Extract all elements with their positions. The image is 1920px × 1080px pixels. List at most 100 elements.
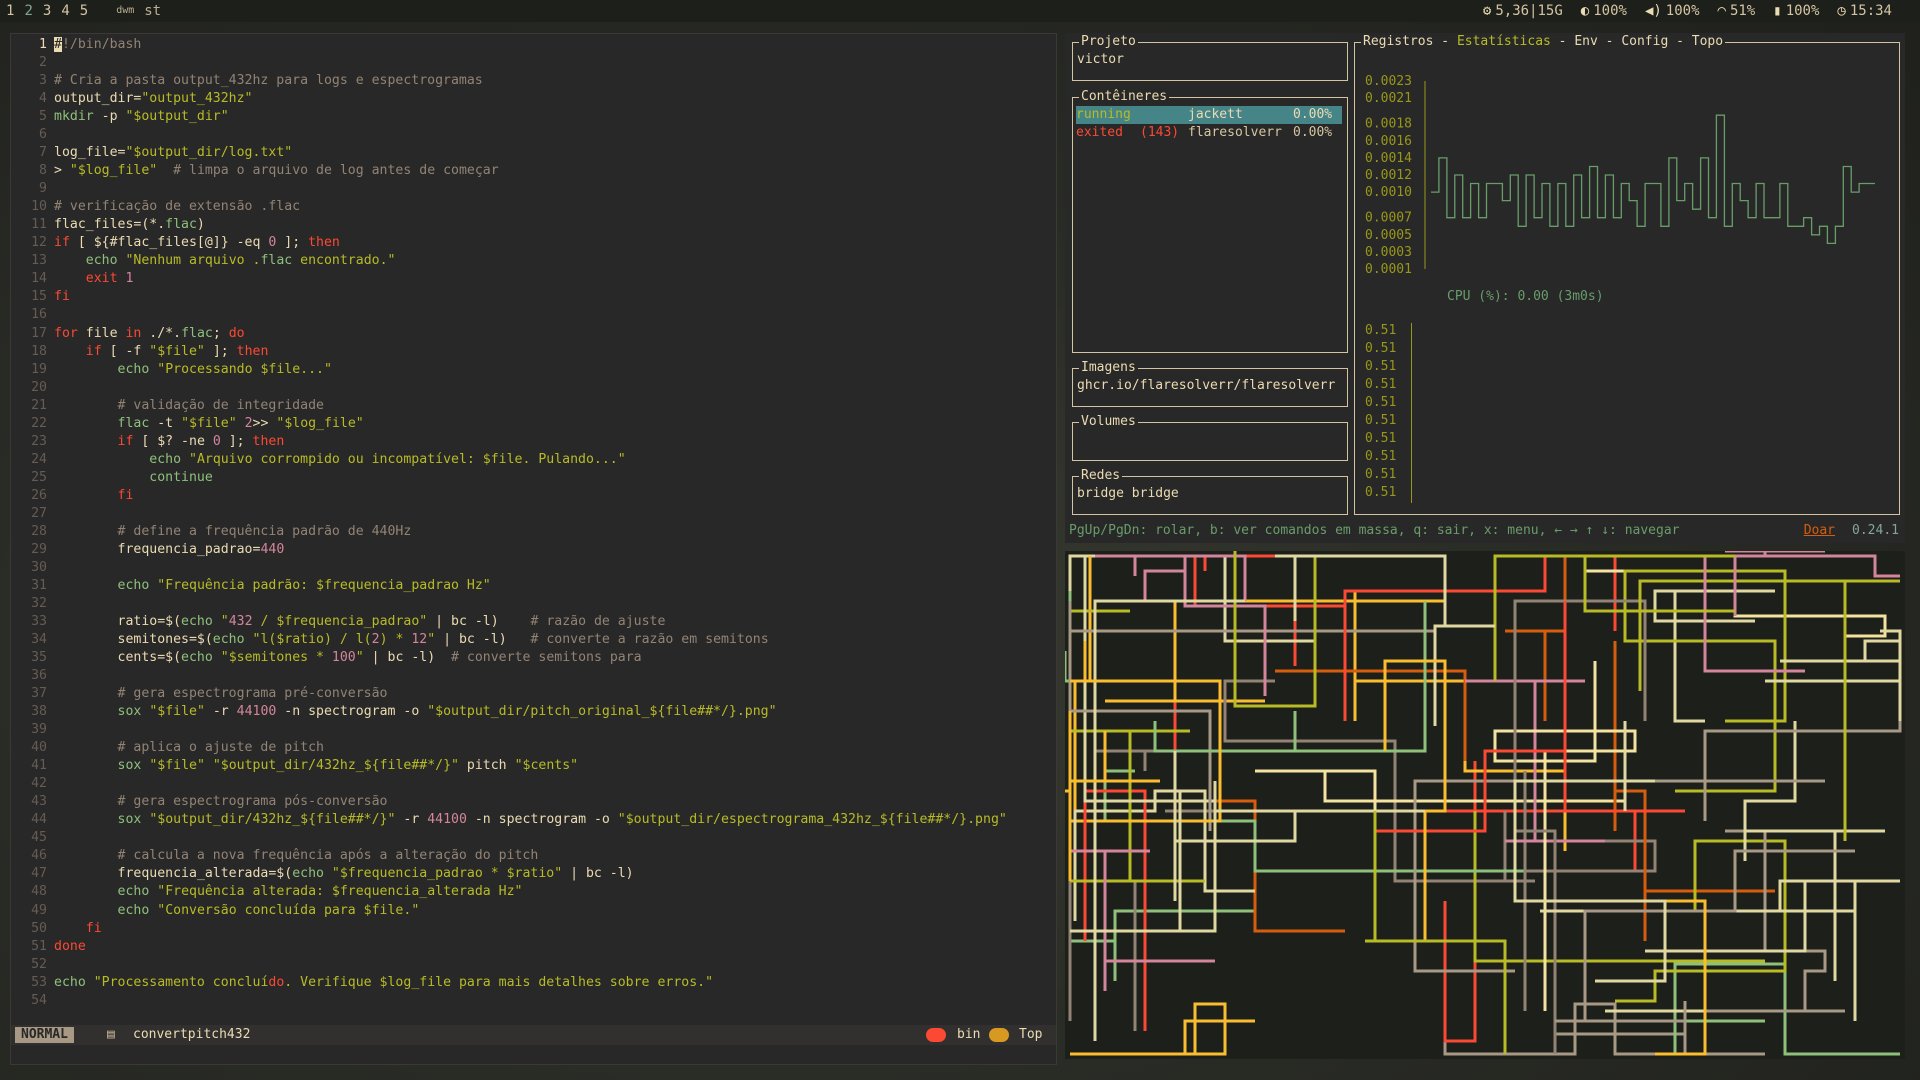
wifi-readout: 51% [1729,3,1756,19]
containers-title: Contêineres [1079,89,1170,105]
tab-estatisticas[interactable]: Estatísticas [1457,34,1551,49]
code-line[interactable]: 15 fi [11,288,1056,306]
mem-tick-label: 0.51 [1365,323,1397,338]
code-line[interactable]: 2 [11,54,1056,72]
line-number: 47 [31,866,47,882]
code-line[interactable]: 20 [11,379,1056,397]
project-name: victor [1077,52,1124,67]
volumes-panel[interactable]: Volumes [1072,414,1348,461]
code-line[interactable]: 29 frequencia_padrao=440 [11,541,1056,559]
brightness-icon: ◐ [1580,3,1590,19]
line-number: 45 [31,830,47,846]
project-panel[interactable]: Projeto victor [1072,34,1348,81]
pipe-segment [1565,554,1735,613]
code-line[interactable]: 3 # Cria a pasta output_432hz para logs e… [11,72,1056,90]
workspace-3[interactable]: 3 [43,0,51,22]
line-number: 28 [31,523,47,539]
tab-topo[interactable]: Topo [1692,34,1723,49]
code-line[interactable]: 43 # gera espectrograma pós-conversão [11,793,1056,811]
code-line[interactable]: 18 if [ -f "$file" ]; then [11,343,1056,361]
line-text: semitones=$(echo "l($ratio) / l(2) * 12"… [54,632,769,648]
code-line[interactable]: 44 sox "$output_dir/432hz_${file##*/}" -… [11,811,1056,829]
code-line[interactable]: 7 log_file="$output_dir/log.txt" [11,144,1056,162]
code-line[interactable]: 34 semitones=$(echo "l($ratio) / l(2) * … [11,631,1056,649]
code-line[interactable]: 45 [11,829,1056,847]
code-line[interactable]: 5 mkdir -p "$output_dir" [11,108,1056,126]
code-line[interactable]: 24 echo "Arquivo corrompido ou incompatí… [11,451,1056,469]
code-line[interactable]: 47 frequencia_alterada=$(echo "$frequenc… [11,865,1056,883]
cpu-series-line [1431,114,1875,245]
code-line[interactable]: 1 #!/bin/bash [11,36,1056,54]
code-line[interactable]: 16 [11,306,1056,324]
code-line[interactable]: 37 # gera espectrograma pré-conversão [11,685,1056,703]
container-name: jackett [1188,107,1243,122]
code-line[interactable]: 38 sox "$file" -r 44100 -n spectrogram -… [11,703,1056,721]
networks-panel[interactable]: Redes bridge bridge [1072,468,1348,515]
code-line[interactable]: 32 [11,595,1056,613]
tab-env[interactable]: Env [1574,34,1597,49]
code-line[interactable]: 49 echo "Conversão concluída para $file.… [11,902,1056,920]
line-number: 51 [31,938,47,954]
code-line[interactable]: 4 output_dir="output_432hz" [11,90,1056,108]
workspace-4[interactable]: 4 [61,0,69,22]
code-line[interactable]: 39 [11,721,1056,739]
container-row-flaresolverr[interactable]: exited (143) flaresolverr 0.00% [1076,124,1342,142]
code-line[interactable]: 30 [11,559,1056,577]
stats-panel[interactable]: Registros - Estatísticas - Env - Config … [1354,34,1900,515]
code-area[interactable]: 1 #!/bin/bash 2 3 # Cria a pasta output_432h… [11,36,1056,1010]
code-line[interactable]: 12 if [ ${#flac_files[@]} -eq 0 ]; then [11,234,1056,252]
line-number: 34 [31,632,47,648]
line-number: 27 [31,505,47,521]
line-text: done [54,938,86,954]
code-line[interactable]: 33 ratio=$(echo "432 / $frequencia_padra… [11,613,1056,631]
code-line[interactable]: 40 # aplica o ajuste de pitch [11,739,1056,757]
code-line[interactable]: 54 [11,992,1056,1010]
container-status: running [1076,107,1131,122]
code-line[interactable]: 52 [11,956,1056,974]
workspace-5[interactable]: 5 [80,0,88,22]
code-line[interactable]: 46 # calcula a nova frequência após a al… [11,847,1056,865]
y-tick-label: 0.0023 [1365,74,1412,89]
code-line[interactable]: 9 [11,180,1056,198]
container-row-jackett[interactable]: running jackett 0.00% [1076,106,1342,124]
code-line[interactable]: 17 for file in ./*.flac; do [11,325,1056,343]
tab-registros[interactable]: Registros [1363,34,1433,49]
code-line[interactable]: 21 # validação de integridade [11,397,1056,415]
code-line[interactable]: 25 continue [11,469,1056,487]
code-line[interactable]: 41 sox "$file" "$output_dir/432hz_${file… [11,757,1056,775]
layout-indicator[interactable]: dwm [116,0,134,22]
code-line[interactable]: 26 fi [11,487,1056,505]
workspace-1[interactable]: 1 [6,0,14,22]
code-line[interactable]: 42 [11,775,1056,793]
code-line[interactable]: 23 if [ $? -ne 0 ]; then [11,433,1056,451]
code-line[interactable]: 35 cents=$(echo "$semitones * 100" | bc … [11,649,1056,667]
code-line[interactable]: 53 echo "Processamento concluído. Verifiq… [11,974,1056,992]
donate-link[interactable]: Doar [1804,523,1835,538]
code-line[interactable]: 51 done [11,938,1056,956]
code-line[interactable]: 11 flac_files=(*.flac) [11,216,1056,234]
code-line[interactable]: 31 echo "Frequência padrão: $frequencia_… [11,577,1056,595]
code-line[interactable]: 50 fi [11,920,1056,938]
mem-tick-label: 0.51 [1365,395,1397,410]
code-line[interactable]: 28 # define a frequência padrão de 440Hz [11,523,1056,541]
workspace-2[interactable]: 2 [24,0,32,22]
containers-panel[interactable]: Contêineres running jackett 0.00% exited… [1072,89,1348,353]
code-line[interactable]: 6 [11,126,1056,144]
code-line[interactable]: 13 echo "Nenhum arquivo .flac encontrado… [11,252,1056,270]
line-number: 12 [31,235,47,251]
code-line[interactable]: 14 exit 1 [11,270,1056,288]
tab-config[interactable]: Config [1621,34,1668,49]
code-line[interactable]: 8 > "$log_file" # limpa o arquivo de log … [11,162,1056,180]
code-line[interactable]: 36 [11,667,1056,685]
code-line[interactable]: 10 # verificação de extensão .flac [11,198,1056,216]
code-line[interactable]: 19 echo "Processando $file..." [11,361,1056,379]
y-tick-label: 0.0007 [1365,211,1412,226]
code-line[interactable]: 27 [11,505,1056,523]
vim-editor-pane[interactable]: 1 #!/bin/bash 2 3 # Cria a pasta output_432h… [10,33,1057,1065]
pipe-segment [1068,879,1195,1031]
code-line[interactable]: 48 echo "Frequência alterada: $frequenci… [11,883,1056,901]
images-panel[interactable]: Imagens ghcr.io/flaresolverr/flaresolver… [1072,360,1348,407]
code-line[interactable]: 22 flac -t "$file" 2>> "$log_file" [11,415,1056,433]
lazydocker-pane[interactable]: Projeto victor Contêineres running jacke… [1065,33,1905,543]
y-tick-label: 0.0003 [1365,245,1412,260]
